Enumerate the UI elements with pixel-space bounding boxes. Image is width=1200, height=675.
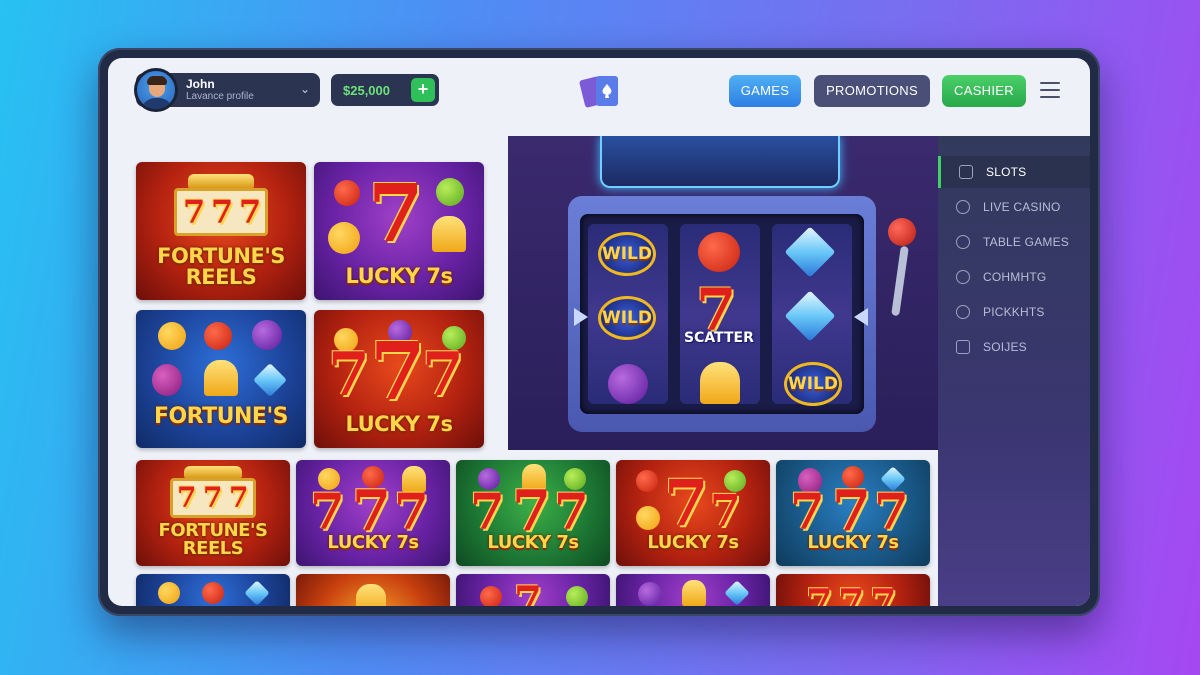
sidebar-item-pickkhts[interactable]: PICKKHTS <box>938 296 1090 328</box>
game-tile-lucky-7s[interactable]: 7 7 7 LUCKY 7s <box>296 460 450 566</box>
sidebar-item-label: LIVE CASINO <box>983 200 1061 214</box>
app-screen: John Lavance profile ⌄ $25,000 + GAMES P… <box>108 58 1090 606</box>
game-tile-fortunes[interactable]: FORTUNE'S <box>136 310 306 448</box>
games-button[interactable]: GAMES <box>729 75 801 107</box>
hamburger-menu-icon[interactable] <box>1040 82 1060 98</box>
game-tile-lucky-7s[interactable]: 7 7 LUCKY 7s <box>616 460 770 566</box>
sidebar-item-live-casino[interactable]: LIVE CASINO <box>938 191 1090 223</box>
sidebar-item-label: TABLE GAMES <box>983 235 1070 249</box>
scatter-label: SCATTER <box>684 330 754 346</box>
sidebar-item-table-games[interactable]: TABLE GAMES <box>938 226 1090 258</box>
lever-ball-icon[interactable] <box>888 218 916 246</box>
game-tile[interactable]: 7 7 7 <box>776 574 930 606</box>
tile-title: FORTUNE'S <box>153 404 289 429</box>
sidebar-item-label: PICKKHTS <box>983 305 1045 319</box>
game-tile-lucky-7s[interactable]: 7 7 7 LUCKY 7s <box>314 310 484 448</box>
featured-slot-machine[interactable]: WILD WILD 7 SCATTER WILD <box>508 136 938 450</box>
top-header: John Lavance profile ⌄ $25,000 + GAMES P… <box>108 58 1090 132</box>
grid-icon <box>956 340 970 354</box>
add-funds-button[interactable]: + <box>411 78 435 102</box>
game-tile-lucky-7s[interactable]: 7 7 7 LUCKY 7s <box>776 460 930 566</box>
cards-logo-icon[interactable] <box>576 74 624 110</box>
sidebar-item-label: COHMHTG <box>983 270 1047 284</box>
game-tile-fortunes-reels[interactable]: 7 7 7 FORTUNE'S REELS <box>136 162 306 300</box>
cashier-button[interactable]: CASHIER <box>942 75 1026 107</box>
tile-title: LUCKY 7s <box>487 532 579 553</box>
game-tile[interactable] <box>136 574 290 606</box>
tile-title: LUCKY 7s <box>345 264 454 288</box>
tile-title-line1: FORTUNE'S <box>157 244 285 268</box>
coin-icon <box>956 270 970 284</box>
lever-handle[interactable] <box>891 245 909 317</box>
game-tile-fortunes-reels[interactable]: 7 7 7 FORTUNE'S REELS <box>136 460 290 566</box>
sidebar-item-label: SOIJES <box>983 340 1027 354</box>
tile-title: LUCKY 7s <box>647 532 739 553</box>
game-tile[interactable]: 7 <box>456 574 610 606</box>
tile-title-line2: REELS <box>185 265 257 289</box>
game-tile[interactable] <box>296 574 450 606</box>
ball-icon <box>956 305 970 319</box>
wild-symbol: WILD <box>598 296 656 340</box>
wild-symbol: WILD <box>784 362 842 406</box>
promotions-button[interactable]: PROMOTIONS <box>814 75 930 107</box>
profile-dropdown[interactable]: John Lavance profile ⌄ <box>134 68 320 112</box>
game-tile-lucky-7s[interactable]: 7 LUCKY 7s <box>314 162 484 300</box>
tile-title-line2: REELS <box>182 538 244 559</box>
wild-symbol: WILD <box>598 232 656 276</box>
live-casino-icon <box>956 200 970 214</box>
sidebar-item-soijes[interactable]: SOIJES <box>938 331 1090 363</box>
sidebar-item-slots[interactable]: SLOTS <box>938 156 1090 188</box>
tile-title: LUCKY 7s <box>345 412 454 436</box>
slots-icon <box>959 165 973 179</box>
balance-amount: $25,000 <box>343 83 390 98</box>
game-tile-lucky-7s[interactable]: 7 7 7 LUCKY 7s <box>456 460 610 566</box>
table-games-icon <box>956 235 970 249</box>
tile-title: LUCKY 7s <box>327 532 419 553</box>
sidebar-item-label: SLOTS <box>986 165 1027 179</box>
sidebar-item-cohmhtg[interactable]: COHMHTG <box>938 261 1090 293</box>
tile-title: LUCKY 7s <box>807 532 899 553</box>
category-sidebar: SLOTS LIVE CASINO TABLE GAMES COHMHTG PI… <box>938 136 1090 606</box>
chevron-down-icon[interactable]: ⌄ <box>300 82 310 96</box>
balance-display: $25,000 + <box>331 74 439 106</box>
user-subtitle: Lavance profile <box>186 91 254 102</box>
avatar[interactable] <box>134 68 178 112</box>
user-name: John <box>186 77 215 91</box>
game-tile[interactable] <box>616 574 770 606</box>
device-frame: John Lavance profile ⌄ $25,000 + GAMES P… <box>98 48 1100 616</box>
